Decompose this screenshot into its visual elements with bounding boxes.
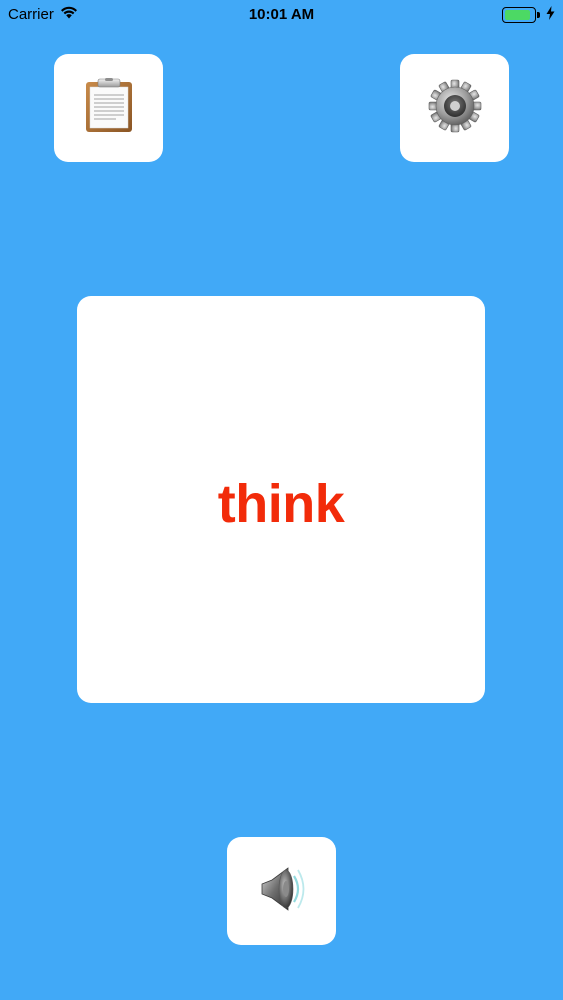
battery-icon: [502, 7, 540, 23]
clipboard-icon: [84, 77, 134, 139]
word-text: think: [217, 473, 345, 534]
speaker-icon: [256, 862, 308, 921]
status-bar: Carrier 10:01 AM: [0, 0, 563, 30]
clipboard-button[interactable]: [54, 54, 163, 162]
status-right: [502, 6, 555, 24]
bolt-icon: [546, 6, 555, 24]
settings-button[interactable]: [400, 54, 509, 162]
battery-nub: [537, 12, 540, 18]
word-card[interactable]: think: [77, 296, 485, 703]
gear-icon: [427, 78, 483, 139]
speaker-button[interactable]: [227, 837, 336, 945]
battery-fill: [505, 10, 531, 20]
status-time: 10:01 AM: [248, 6, 315, 23]
